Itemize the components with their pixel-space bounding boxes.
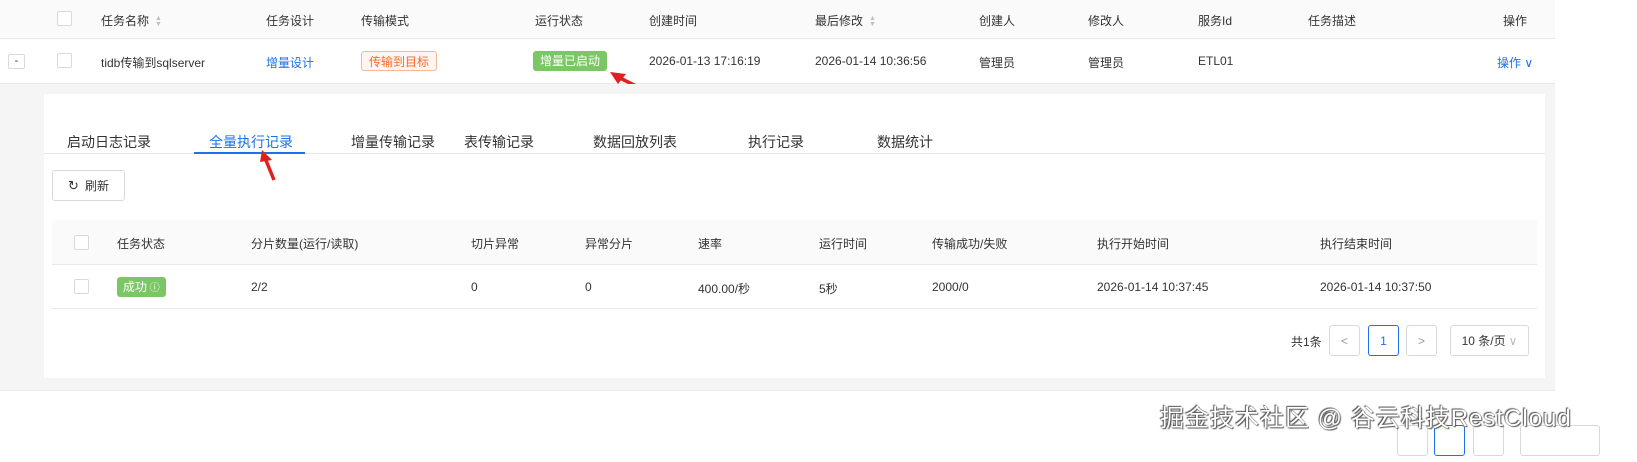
refresh-button[interactable]: ↻ 刷新 bbox=[52, 170, 125, 201]
design-link[interactable]: 增量设计 bbox=[266, 54, 314, 71]
header-label: 最后修改 bbox=[815, 14, 864, 28]
slice-error: 0 bbox=[471, 280, 478, 294]
table-row: - tidb传输到sqlserver 增量设计 传输到目标 增量已启动 2026… bbox=[0, 39, 1555, 84]
header-start-time: 执行开始时间 bbox=[1097, 237, 1170, 251]
table-header: 任务名称 ▲ ▼ 任务设计 传输模式 运行状态 创建时间 最后修改 ▲ ▼ 创建人 修改… bbox=[0, 0, 1555, 39]
inner-table-header: 任务状态 分片数量(运行/读取) 切片异常 异常分片 速率 运行时间 传输成功/… bbox=[52, 220, 1537, 265]
creator: 管理员 bbox=[979, 56, 1016, 70]
header-error-shards: 异常分片 bbox=[585, 237, 634, 251]
arrow-annotation-icon bbox=[260, 150, 276, 181]
header-created: 创建时间 bbox=[649, 14, 698, 28]
success-fail: 2000/0 bbox=[932, 280, 969, 294]
select-all-checkbox[interactable] bbox=[74, 235, 89, 250]
rate: 400.00/秒 bbox=[698, 282, 751, 296]
sort-icon[interactable]: ▲ ▼ bbox=[155, 15, 162, 28]
service-id: ETL01 bbox=[1198, 54, 1234, 68]
header-design: 任务设计 bbox=[266, 14, 315, 28]
start-time: 2026-01-14 10:37:45 bbox=[1097, 280, 1209, 294]
refresh-label: 刷新 bbox=[84, 179, 109, 193]
table-row: 成功 ⓘ 2/2 0 0 400.00/秒 5秒 2000/0 2026-01-… bbox=[52, 265, 1537, 309]
sort-icon[interactable]: ▲ ▼ bbox=[869, 15, 876, 28]
header-label: 任务名称 bbox=[101, 14, 150, 28]
modifier: 管理员 bbox=[1088, 56, 1125, 70]
modified-time: 2026-01-14 10:36:56 bbox=[815, 54, 927, 68]
status-badge: 增量已启动 bbox=[533, 51, 608, 71]
tab-data-replay[interactable]: 数据回放列表 bbox=[593, 132, 677, 152]
header-shards: 分片数量(运行/读取) bbox=[251, 237, 359, 251]
tab-startup-log[interactable]: 启动日志记录 bbox=[67, 132, 151, 152]
row-checkbox[interactable] bbox=[74, 279, 89, 294]
tab-execution-records[interactable]: 执行记录 bbox=[748, 132, 804, 152]
active-tab-indicator bbox=[194, 152, 305, 154]
select-all-checkbox[interactable] bbox=[57, 11, 72, 26]
header-service-id: 服务Id bbox=[1198, 14, 1233, 28]
collapse-button[interactable]: - bbox=[8, 54, 25, 69]
header-rate: 速率 bbox=[698, 237, 723, 251]
tab-table-transfer[interactable]: 表传输记录 bbox=[464, 132, 534, 152]
header-end-time: 执行结束时间 bbox=[1320, 237, 1393, 251]
shards: 2/2 bbox=[251, 280, 268, 294]
mode-tag: 传输到目标 bbox=[361, 51, 438, 71]
action-label: 操作 bbox=[1497, 56, 1522, 70]
chevron-down-icon: ∨ bbox=[1521, 56, 1534, 70]
header-name[interactable]: 任务名称 ▲ ▼ bbox=[101, 12, 162, 29]
tab-full-execution[interactable]: 全量执行记录 bbox=[209, 132, 293, 152]
prev-page-button[interactable]: < bbox=[1329, 325, 1360, 356]
action-dropdown[interactable]: 操作 ∨ bbox=[1497, 54, 1533, 71]
error-shards: 0 bbox=[585, 280, 592, 294]
tab-incremental-transfer[interactable]: 增量传输记录 bbox=[351, 132, 435, 152]
success-badge: 成功 ⓘ bbox=[117, 277, 166, 297]
header-modified[interactable]: 最后修改 ▲ ▼ bbox=[815, 12, 876, 29]
header-runtime: 运行时间 bbox=[819, 237, 868, 251]
header-mode: 传输模式 bbox=[361, 14, 410, 28]
page-size-select[interactable]: 10 条/页 ∨ bbox=[1450, 325, 1529, 356]
page-1-button[interactable]: 1 bbox=[1368, 325, 1399, 356]
header-status: 运行状态 bbox=[535, 14, 584, 28]
help-icon[interactable]: ⓘ bbox=[147, 283, 160, 294]
header-success-fail: 传输成功/失败 bbox=[932, 237, 1008, 251]
created-time: 2026-01-13 17:16:19 bbox=[649, 54, 761, 68]
expanded-panel: 启动日志记录 全量执行记录 增量传输记录 表传输记录 数据回放列表 执行记录 数… bbox=[0, 84, 1555, 391]
pagination-total: 共1条 bbox=[1291, 335, 1322, 349]
watermark: 掘金技术社区 @ 谷云科技RestCloud bbox=[1160, 405, 1572, 432]
header-desc: 任务描述 bbox=[1308, 14, 1357, 28]
next-page-button[interactable]: > bbox=[1406, 325, 1437, 356]
end-time: 2026-01-14 10:37:50 bbox=[1320, 280, 1432, 294]
header-slice-error: 切片异常 bbox=[471, 237, 520, 251]
chevron-down-icon: ∨ bbox=[1508, 333, 1518, 348]
refresh-icon: ↻ bbox=[68, 177, 79, 193]
row-checkbox[interactable] bbox=[57, 53, 72, 68]
tab-data-stats[interactable]: 数据统计 bbox=[877, 132, 933, 152]
detail-card: 启动日志记录 全量执行记录 增量传输记录 表传输记录 数据回放列表 执行记录 数… bbox=[44, 94, 1545, 378]
task-name: tidb传输到sqlserver bbox=[101, 56, 206, 70]
header-creator: 创建人 bbox=[979, 14, 1016, 28]
header-task-status: 任务状态 bbox=[117, 237, 166, 251]
header-modifier: 修改人 bbox=[1088, 14, 1125, 28]
success-label: 成功 bbox=[123, 280, 148, 294]
header-action: 操作 bbox=[1503, 14, 1528, 28]
page-size-label: 10 条/页 bbox=[1461, 334, 1506, 348]
runtime: 5秒 bbox=[819, 282, 838, 296]
